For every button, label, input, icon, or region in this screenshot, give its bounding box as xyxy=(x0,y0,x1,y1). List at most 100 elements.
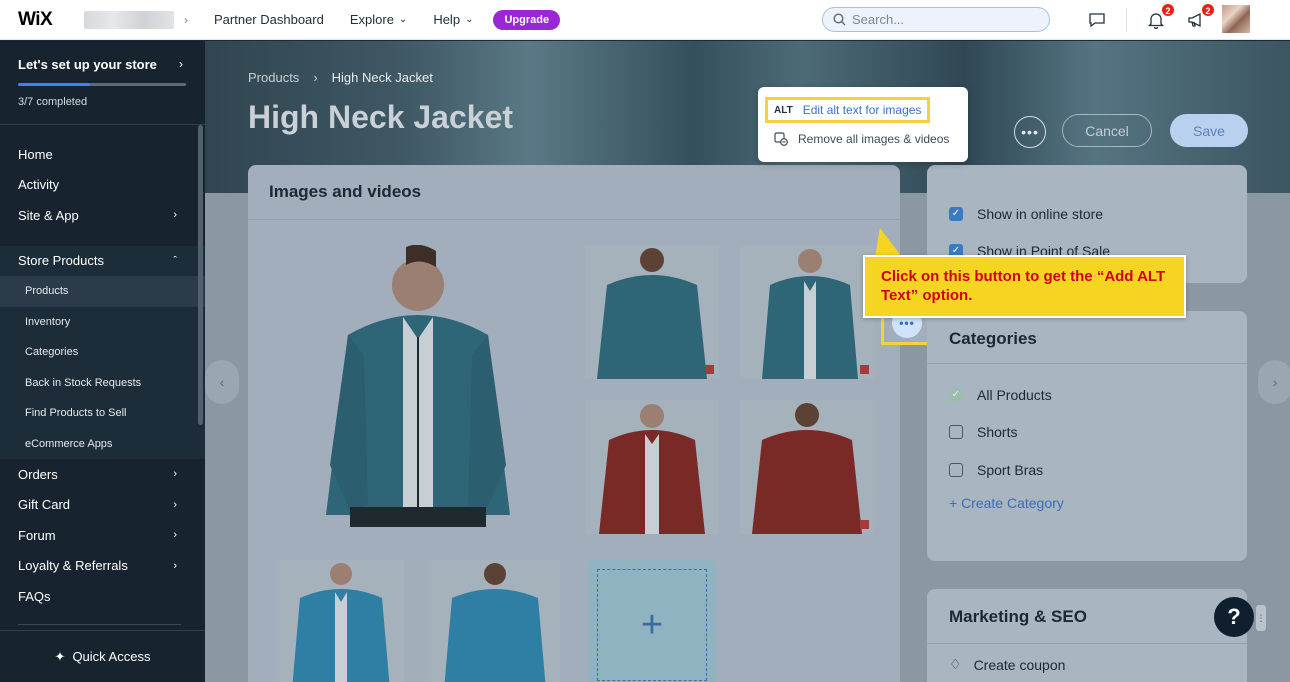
checkbox-unchecked[interactable] xyxy=(949,425,963,440)
top-bar: WiX › Partner Dashboard Explore ⌄ Help ⌄ U… xyxy=(0,0,1290,40)
category-label: Sport Bras xyxy=(977,461,1044,478)
setup-title: Let's set up your store xyxy=(18,57,157,72)
partner-dashboard-link[interactable]: Partner Dashboard xyxy=(214,12,324,27)
seo-title: Marketing & SEO xyxy=(927,589,1247,644)
sidebar-divider xyxy=(18,623,181,625)
create-category-link[interactable]: + Create Category xyxy=(949,495,1225,511)
search-box[interactable] xyxy=(822,7,1050,32)
checkbox-checked[interactable]: ✓ xyxy=(949,206,963,221)
product-image-6[interactable] xyxy=(278,560,404,682)
edit-alt-text-menu-item[interactable]: ALT Edit alt text for images xyxy=(765,97,931,123)
tag-icon: ♢ xyxy=(949,656,962,672)
sidebar-item-site-app[interactable]: Site & App › xyxy=(0,200,205,231)
sidebar-subitem-categories[interactable]: Categories xyxy=(0,337,205,368)
sidebar-item-faqs[interactable]: FAQs xyxy=(0,581,205,612)
sidebar: Let's set up your store › 3/7 completed … xyxy=(0,41,205,682)
images-videos-card: Images and videos + ••• xyxy=(248,165,933,682)
chevron-down-icon: ⌄ xyxy=(465,14,474,25)
sidebar-item-orders[interactable]: Orders › xyxy=(0,459,205,490)
sidebar-subitem-inventory[interactable]: Inventory xyxy=(0,307,205,338)
avatar[interactable] xyxy=(1222,5,1250,33)
create-coupon-link[interactable]: ♢ Create coupon xyxy=(927,644,1247,682)
search-input[interactable] xyxy=(852,12,1032,27)
main-content: Products › High Neck Jacket High Neck Ja… xyxy=(205,41,1290,682)
sidebar-item-gift-card[interactable]: Gift Card › xyxy=(0,490,205,521)
more-actions-button[interactable]: ••• xyxy=(1014,116,1046,148)
upgrade-button[interactable]: Upgrade xyxy=(493,9,561,30)
breadcrumb-current: High Neck Jacket xyxy=(331,70,433,85)
sidebar-subitem-products[interactable]: Products xyxy=(0,276,205,307)
product-image-5[interactable] xyxy=(740,400,874,534)
sidebar-item-activity[interactable]: Activity xyxy=(0,170,205,201)
product-image-2[interactable] xyxy=(585,245,719,379)
setup-progress-fill xyxy=(18,83,91,86)
quick-access-label: Quick Access xyxy=(72,649,151,664)
main-product-image[interactable] xyxy=(278,245,558,533)
chevron-right-icon: › xyxy=(173,468,177,481)
category-row[interactable]: ✓ All Products xyxy=(949,376,1225,414)
sidebar-subitem-back-in-stock[interactable]: Back in Stock Requests xyxy=(0,368,205,399)
megaphone-icon[interactable]: 2 xyxy=(1185,3,1215,31)
setup-progress-bar xyxy=(18,83,186,86)
breadcrumb-products[interactable]: Products xyxy=(248,70,299,85)
sidebar-subitem-find-products[interactable]: Find Products to Sell xyxy=(0,398,205,429)
chevron-left-icon: ‹ xyxy=(219,374,225,390)
sidebar-item-label: FAQs xyxy=(18,588,51,604)
sidebar-item-label: Gift Card xyxy=(18,497,71,513)
sidebar-item-home[interactable]: Home xyxy=(0,139,205,170)
drag-handle-icon[interactable]: ⋮ xyxy=(1256,605,1266,631)
sidebar-item-forum[interactable]: Forum › xyxy=(0,520,205,551)
site-selector[interactable] xyxy=(84,10,174,29)
chevron-right-icon: › xyxy=(313,70,318,85)
sidebar-item-loyalty[interactable]: Loyalty & Referrals › xyxy=(0,551,205,582)
setup-store-panel[interactable]: Let's set up your store › 3/7 completed xyxy=(0,41,205,125)
notification-badge: 2 xyxy=(1161,3,1175,17)
quick-access-button[interactable]: ✦ Quick Access xyxy=(0,630,205,682)
sidebar-scrollbar[interactable] xyxy=(198,125,203,425)
category-row[interactable]: Shorts xyxy=(949,414,1225,452)
prev-product-button[interactable]: ‹ xyxy=(205,360,239,404)
product-image-4[interactable] xyxy=(585,400,719,534)
sidebar-item-label: Store Products xyxy=(18,253,104,269)
explore-label: Explore xyxy=(349,12,394,27)
images-options-menu: ALT Edit alt text for images Remove all … xyxy=(758,87,968,162)
product-image-7[interactable] xyxy=(430,560,560,682)
category-row[interactable]: Sport Bras xyxy=(949,451,1225,489)
plus-icon: + xyxy=(597,569,707,681)
remove-media-icon xyxy=(774,132,788,146)
annotation-callout: Click on this button to get the “Add ALT… xyxy=(863,255,1186,318)
chevron-right-icon: › xyxy=(173,498,177,511)
cancel-button[interactable]: Cancel xyxy=(1062,114,1152,147)
product-image-3[interactable] xyxy=(740,245,874,379)
red-jacket-photo xyxy=(585,400,719,534)
next-product-button[interactable]: › xyxy=(1258,360,1290,404)
blue-jacket-photo xyxy=(278,560,404,682)
categories-title: Categories xyxy=(927,311,1247,364)
wix-logo[interactable]: WiX xyxy=(0,9,62,31)
chevron-right-icon: › xyxy=(173,529,177,542)
create-coupon-label: Create coupon xyxy=(973,656,1066,673)
explore-menu[interactable]: Explore ⌄ xyxy=(350,12,407,27)
help-menu[interactable]: Help ⌄ xyxy=(433,12,473,27)
help-button[interactable]: ? xyxy=(1214,597,1254,637)
alt-icon: ALT xyxy=(774,104,793,116)
featured-marker xyxy=(705,365,714,374)
bell-icon[interactable]: 2 xyxy=(1145,3,1175,31)
chevron-right-icon: › xyxy=(179,57,183,71)
show-online-row[interactable]: ✓ Show in online store xyxy=(949,195,1225,232)
sidebar-item-label: Forum xyxy=(18,527,56,543)
sidebar-item-label: Loyalty & Referrals xyxy=(18,558,128,574)
sidebar-item-store-products[interactable]: Store Products ˆ xyxy=(0,246,205,277)
save-button[interactable]: Save xyxy=(1170,114,1248,147)
setup-progress-text: 3/7 completed xyxy=(18,96,88,108)
show-online-label: Show in online store xyxy=(977,205,1104,222)
chat-icon[interactable] xyxy=(1086,9,1108,31)
sparkle-icon: ✦ xyxy=(54,648,66,664)
add-media-tile[interactable]: + xyxy=(588,560,716,682)
sidebar-subitem-ecommerce-apps[interactable]: eCommerce Apps xyxy=(0,429,205,460)
partner-dashboard-label: Partner Dashboard xyxy=(214,12,324,27)
checkbox-unchecked[interactable] xyxy=(949,462,963,477)
remove-all-menu-item[interactable]: Remove all images & videos xyxy=(774,132,949,146)
page-title: High Neck Jacket xyxy=(248,99,514,135)
divider xyxy=(1126,8,1127,32)
